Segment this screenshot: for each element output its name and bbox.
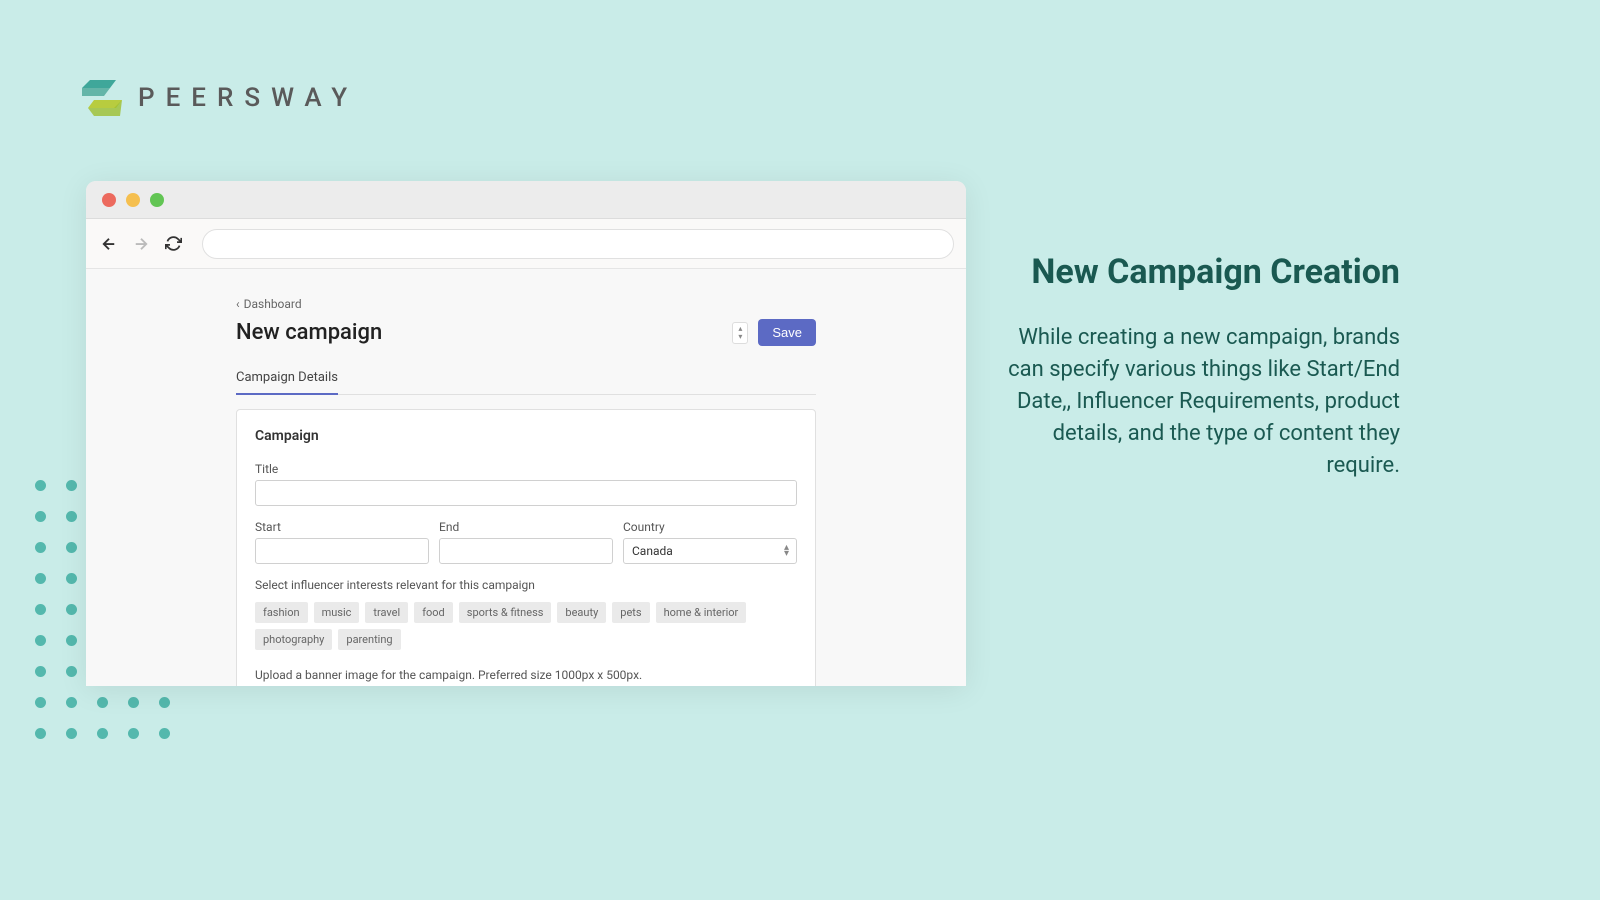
interest-chip[interactable]: parenting bbox=[338, 629, 400, 650]
browser-toolbar bbox=[86, 219, 966, 269]
minimize-window-icon[interactable] bbox=[126, 193, 140, 207]
close-window-icon[interactable] bbox=[102, 193, 116, 207]
end-input[interactable] bbox=[439, 538, 613, 564]
page-stepper[interactable]: ▴ ▾ bbox=[732, 322, 748, 344]
chevron-down-icon: ▾ bbox=[738, 333, 742, 341]
breadcrumb-label: Dashboard bbox=[244, 297, 302, 311]
banner-label: Upload a banner image for the campaign. … bbox=[255, 668, 797, 682]
country-label: Country bbox=[623, 520, 797, 534]
brand-logo: PEERSWAY bbox=[80, 78, 358, 118]
interest-chip[interactable]: fashion bbox=[255, 602, 308, 623]
interest-chip[interactable]: beauty bbox=[557, 602, 606, 623]
tab-campaign-details[interactable]: Campaign Details bbox=[236, 362, 338, 395]
page-content: ‹ Dashboard New campaign ▴ ▾ Save Campai… bbox=[86, 269, 966, 686]
country-value: Canada bbox=[623, 538, 797, 564]
chevron-left-icon: ‹ bbox=[236, 297, 240, 311]
section-title: Campaign bbox=[255, 428, 797, 444]
back-button[interactable] bbox=[98, 233, 120, 255]
interest-chip[interactable]: home & interior bbox=[656, 602, 747, 623]
page-title: New campaign bbox=[236, 320, 382, 345]
end-label: End bbox=[439, 520, 613, 534]
tab-row: Campaign Details bbox=[236, 362, 816, 395]
url-bar[interactable] bbox=[202, 229, 954, 259]
interest-chip[interactable]: sports & fitness bbox=[459, 602, 552, 623]
campaign-card: Campaign Title Start End Country Canada bbox=[236, 409, 816, 686]
maximize-window-icon[interactable] bbox=[150, 193, 164, 207]
interest-chip[interactable]: pets bbox=[612, 602, 649, 623]
breadcrumb[interactable]: ‹ Dashboard bbox=[236, 297, 302, 311]
brand-logo-text: PEERSWAY bbox=[138, 83, 358, 113]
title-input[interactable] bbox=[255, 480, 797, 506]
start-label: Start bbox=[255, 520, 429, 534]
interest-chip[interactable]: music bbox=[314, 602, 360, 623]
title-label: Title bbox=[255, 462, 797, 476]
select-caret-icon: ▴▾ bbox=[784, 545, 789, 557]
start-input[interactable] bbox=[255, 538, 429, 564]
interest-chip[interactable]: photography bbox=[255, 629, 332, 650]
browser-window: ‹ Dashboard New campaign ▴ ▾ Save Campai… bbox=[86, 181, 966, 686]
country-select[interactable]: Canada ▴▾ bbox=[623, 538, 797, 564]
marketing-copy: New Campaign Creation While creating a n… bbox=[1000, 252, 1400, 481]
save-button[interactable]: Save bbox=[758, 319, 816, 346]
interest-chip[interactable]: travel bbox=[365, 602, 408, 623]
interest-chip[interactable]: food bbox=[414, 602, 453, 623]
interest-chip-row: fashion music travel food sports & fitne… bbox=[255, 602, 797, 650]
marketing-title: New Campaign Creation bbox=[1000, 252, 1400, 292]
forward-button[interactable] bbox=[130, 233, 152, 255]
marketing-body: While creating a new campaign, brands ca… bbox=[1000, 322, 1400, 481]
interests-label: Select influencer interests relevant for… bbox=[255, 578, 797, 592]
brand-logo-mark bbox=[80, 78, 124, 118]
window-titlebar bbox=[86, 181, 966, 219]
reload-button[interactable] bbox=[162, 233, 184, 255]
